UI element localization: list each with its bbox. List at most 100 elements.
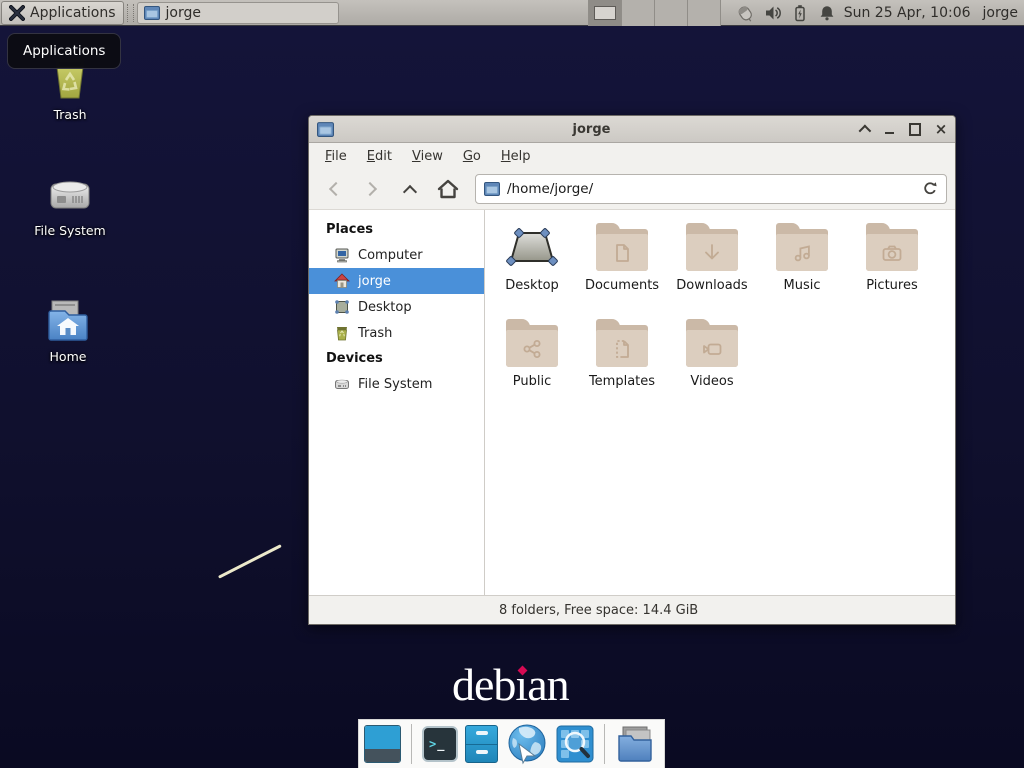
home-icon bbox=[437, 179, 459, 199]
workspace-1[interactable] bbox=[589, 0, 622, 26]
workspace-4[interactable] bbox=[688, 0, 721, 26]
download-arrow-icon bbox=[700, 241, 724, 265]
panel-clock[interactable]: Sun 25 Apr, 10:06 bbox=[844, 5, 971, 21]
terminal-icon[interactable]: >_ bbox=[422, 726, 458, 762]
panel-username[interactable]: jorge bbox=[983, 5, 1018, 21]
workspace-window-thumb bbox=[594, 6, 616, 20]
folder-icon bbox=[866, 223, 918, 271]
app-finder-icon[interactable] bbox=[556, 725, 594, 763]
close-button[interactable]: × bbox=[935, 123, 947, 135]
window-titlebar[interactable]: jorge × bbox=[309, 116, 955, 143]
workspace-2[interactable] bbox=[622, 0, 655, 26]
folder-item-label: Music bbox=[784, 278, 821, 293]
folder-item-music[interactable]: Music bbox=[757, 223, 847, 319]
taskbar-window-button[interactable]: jorge bbox=[137, 2, 339, 24]
shade-button[interactable] bbox=[857, 123, 869, 135]
folder-item-desktop[interactable]: Desktop bbox=[487, 223, 577, 319]
folder-launcher-icon[interactable] bbox=[615, 724, 657, 764]
web-browser-globe-icon[interactable] bbox=[505, 722, 549, 766]
menu-go[interactable]: Go bbox=[453, 145, 491, 168]
maximize-button[interactable] bbox=[909, 123, 921, 135]
sidebar-item-computer[interactable]: Computer bbox=[309, 242, 484, 268]
file-manager-window: jorge × File Edit View Go Help bbox=[308, 115, 956, 625]
dock-separator bbox=[604, 724, 605, 764]
folder-item-label: Desktop bbox=[505, 278, 559, 293]
sidebar-header-places: Places bbox=[309, 217, 484, 242]
desktop-icon bbox=[334, 299, 350, 315]
sidebar-item-label: Trash bbox=[358, 326, 392, 341]
video-camera-icon bbox=[700, 337, 724, 361]
folder-item-public[interactable]: Public bbox=[487, 319, 577, 415]
home-icon bbox=[334, 273, 350, 289]
camera-icon bbox=[880, 241, 904, 265]
folder-item-pictures[interactable]: Pictures bbox=[847, 223, 937, 319]
folder-item-label: Videos bbox=[690, 374, 733, 389]
desktop-icon-file-system[interactable]: File System bbox=[22, 172, 118, 238]
menu-file[interactable]: File bbox=[315, 145, 357, 168]
desktop-icon-label: File System bbox=[34, 223, 106, 238]
sidebar: Places Computer jorge bbox=[309, 210, 485, 595]
menu-help[interactable]: Help bbox=[491, 145, 541, 168]
hard-drive-icon bbox=[46, 172, 94, 218]
folder-item-label: Pictures bbox=[866, 278, 917, 293]
location-folder-icon bbox=[484, 182, 500, 196]
taskbar-grip[interactable] bbox=[127, 4, 134, 22]
folder-item-downloads[interactable]: Downloads bbox=[667, 223, 757, 319]
folder-icon bbox=[776, 223, 828, 271]
sidebar-item-desktop[interactable]: Desktop bbox=[309, 294, 484, 320]
trash-icon bbox=[334, 325, 350, 341]
bell-icon[interactable] bbox=[818, 4, 836, 22]
xfce-logo-icon bbox=[9, 5, 25, 21]
sidebar-item-label: File System bbox=[358, 377, 432, 392]
folder-item-templates[interactable]: Templates bbox=[577, 319, 667, 415]
location-bar[interactable]: /home/jorge/ bbox=[475, 174, 947, 204]
folder-icon bbox=[596, 223, 648, 271]
debian-logo-text: deb bbox=[452, 658, 515, 711]
applications-menu-button[interactable]: Applications bbox=[1, 1, 124, 25]
menu-edit[interactable]: Edit bbox=[357, 145, 402, 168]
show-desktop-icon[interactable] bbox=[364, 725, 401, 763]
folder-icon bbox=[144, 6, 160, 20]
launcher-dock: >_ bbox=[358, 719, 665, 768]
reload-icon[interactable] bbox=[922, 181, 938, 197]
sidebar-item-file-system[interactable]: File System bbox=[309, 371, 484, 397]
file-cabinet-icon[interactable] bbox=[465, 725, 498, 763]
window-title: jorge bbox=[334, 122, 849, 137]
folder-item-videos[interactable]: Videos bbox=[667, 319, 757, 415]
folder-item-label: Documents bbox=[585, 278, 659, 293]
sidebar-item-label: Desktop bbox=[358, 300, 412, 315]
minimize-button[interactable] bbox=[883, 123, 895, 135]
top-panel: Applications jorge bbox=[0, 0, 1024, 26]
menubar: File Edit View Go Help bbox=[309, 143, 955, 169]
folder-icon bbox=[686, 223, 738, 271]
sidebar-item-label: Computer bbox=[358, 248, 423, 263]
folder-item-documents[interactable]: Documents bbox=[577, 223, 667, 319]
desktop-icon-label: Home bbox=[50, 349, 87, 364]
battery-icon[interactable] bbox=[791, 4, 809, 22]
toolbar: /home/jorge/ bbox=[309, 169, 955, 210]
stray-line-artifact bbox=[218, 544, 282, 578]
volume-icon[interactable] bbox=[764, 4, 782, 22]
applications-menu-label: Applications bbox=[30, 5, 116, 21]
desktop-icon-home[interactable]: Home bbox=[20, 298, 116, 364]
document-glyph-icon bbox=[610, 241, 634, 265]
up-button[interactable] bbox=[393, 174, 427, 204]
sidebar-item-jorge[interactable]: jorge bbox=[309, 268, 484, 294]
folder-item-label: Downloads bbox=[676, 278, 747, 293]
folder-icon bbox=[506, 319, 558, 367]
system-tray bbox=[735, 4, 836, 22]
forward-button[interactable] bbox=[355, 174, 389, 204]
back-icon bbox=[329, 182, 343, 196]
workspace-3[interactable] bbox=[655, 0, 688, 26]
back-button[interactable] bbox=[317, 174, 351, 204]
mouse-icon[interactable] bbox=[735, 4, 755, 22]
sidebar-header-devices: Devices bbox=[309, 346, 484, 371]
window-folder-icon bbox=[317, 122, 334, 137]
applications-tooltip: Applications bbox=[7, 33, 121, 69]
statusbar: 8 folders, Free space: 14.4 GiB bbox=[309, 595, 955, 624]
desktop-icon bbox=[506, 223, 558, 271]
home-button[interactable] bbox=[431, 174, 465, 204]
location-input[interactable]: /home/jorge/ bbox=[507, 181, 915, 197]
sidebar-item-trash[interactable]: Trash bbox=[309, 320, 484, 346]
menu-view[interactable]: View bbox=[402, 145, 453, 168]
